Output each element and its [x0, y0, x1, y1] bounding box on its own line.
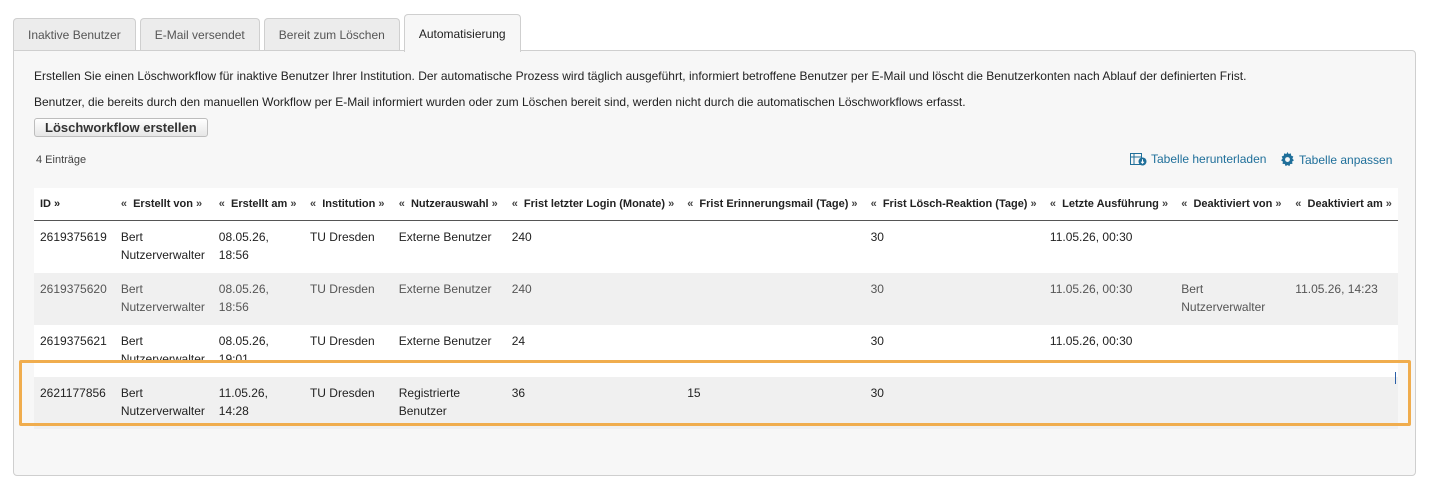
info-text-2: Benutzer, die bereits durch den manuelle… [34, 95, 966, 109]
column-header-institution[interactable]: « Institution » [303, 188, 393, 221]
create-workflow-button[interactable]: Löschworkflow erstellen [34, 118, 208, 137]
column-header-last-run[interactable]: « Letzte Ausführung » [1043, 188, 1176, 221]
entries-count: 4 Einträge [36, 154, 87, 166]
cell-reaction-days: 30 [864, 376, 1044, 429]
cell-reaction-days: 30 [864, 324, 1044, 377]
cell-deactivated-by [1175, 220, 1290, 273]
cell-selection: Registrierte Benutzer [392, 376, 506, 429]
tab-ready-to-delete[interactable]: Bereit zum Löschen [263, 18, 400, 51]
automation-panel: Erstellen Sie einen Löschworkflow für in… [13, 50, 1416, 476]
cell-reaction-days: 30 [864, 220, 1044, 273]
cell-selection: Externe Benutzer [392, 324, 506, 377]
column-header-reminder-deadline[interactable]: « Frist Erinnerungsmail (Tage) » [681, 188, 865, 221]
cell-reminder-days [681, 272, 865, 325]
cell-id: 2619375619 [34, 220, 115, 273]
column-header-created-by[interactable]: « Erstellt von » [114, 188, 213, 221]
cell-login-months: 240 [505, 272, 682, 325]
text-cursor [1395, 372, 1396, 384]
cell-last-run: 11.05.26, 00:30 [1043, 272, 1176, 325]
table-row[interactable]: 2619375620 Bert Nutzerverwalter 08.05.26… [34, 272, 1398, 325]
cell-last-run [1043, 376, 1176, 429]
info-text-1: Erstellen Sie einen Löschworkflow für in… [34, 69, 1247, 83]
cell-created-at: 08.05.26, 19:01 [212, 324, 304, 377]
cell-deactivated-at [1289, 324, 1398, 377]
tab-bar: Inaktive Benutzer E-Mail versendet Berei… [13, 13, 525, 52]
cell-reminder-days: 15 [681, 376, 865, 429]
column-header-user-selection[interactable]: « Nutzerauswahl » [392, 188, 506, 221]
cell-institution: TU Dresden [303, 324, 393, 377]
cell-id: 2619375621 [34, 324, 115, 377]
cell-last-run: 11.05.26, 00:30 [1043, 220, 1176, 273]
cell-selection: Externe Benutzer [392, 220, 506, 273]
column-header-reaction-deadline[interactable]: « Frist Lösch-Reaktion (Tage) » [864, 188, 1044, 221]
table-row[interactable]: 2619375619 Bert Nutzerverwalter 08.05.26… [34, 220, 1398, 273]
cell-institution: TU Dresden [303, 272, 393, 325]
tab-automation[interactable]: Automatisierung [403, 14, 521, 52]
cell-institution: TU Dresden [303, 376, 393, 429]
cell-created-by: Bert Nutzerverwalter [114, 220, 213, 273]
column-header-created-at[interactable]: « Erstellt am » [212, 188, 304, 221]
column-header-deactivated-at[interactable]: « Deaktiviert am » [1289, 188, 1398, 221]
column-header-login-deadline[interactable]: « Frist letzter Login (Monate) » [505, 188, 682, 221]
column-header-id[interactable]: ID » [34, 188, 115, 221]
cell-created-at: 11.05.26, 14:28 [212, 376, 304, 429]
table-row[interactable]: 2619375621 Bert Nutzerverwalter 08.05.26… [34, 324, 1398, 377]
download-table-label: Tabelle herunterladen [1151, 152, 1267, 166]
tab-email-sent[interactable]: E-Mail versendet [139, 18, 260, 51]
cell-created-at: 08.05.26, 18:56 [212, 220, 304, 273]
cell-login-months: 240 [505, 220, 682, 273]
table-header-row: ID » « Erstellt von » « Erstellt am » « … [34, 188, 1398, 221]
cell-deactivated-at: 11.05.26, 14:23 [1289, 272, 1398, 325]
tab-inactive-users[interactable]: Inaktive Benutzer [13, 18, 136, 51]
table-row-highlighted[interactable]: 2621177856 Bert Nutzerverwalter 11.05.26… [34, 376, 1398, 429]
cell-deactivated-by [1175, 376, 1290, 429]
cell-selection: Externe Benutzer [392, 272, 506, 325]
customize-table-label: Tabelle anpassen [1299, 152, 1393, 167]
cell-reminder-days [681, 324, 865, 377]
cell-last-run: 11.05.26, 00:30 [1043, 324, 1176, 377]
cell-deactivated-at [1289, 220, 1398, 273]
cell-deactivated-by: Bert Nutzerverwalter [1175, 272, 1290, 325]
cell-login-months: 36 [505, 376, 682, 429]
cell-id: 2621177856 [34, 376, 115, 429]
cell-reminder-days [681, 220, 865, 273]
cell-created-by: Bert Nutzerverwalter [114, 324, 213, 377]
cell-id: 2619375620 [34, 272, 115, 325]
gear-icon [1281, 152, 1294, 167]
cell-institution: TU Dresden [303, 220, 393, 273]
cell-created-by: Bert Nutzerverwalter [114, 272, 213, 325]
customize-table-link[interactable]: Tabelle anpassen [1280, 152, 1392, 167]
column-header-deactivated-by[interactable]: « Deaktiviert von » [1175, 188, 1290, 221]
cell-login-months: 24 [505, 324, 682, 377]
cell-deactivated-by [1175, 324, 1290, 377]
workflow-table: ID » « Erstellt von » « Erstellt am » « … [34, 188, 1398, 429]
cell-created-by: Bert Nutzerverwalter [114, 376, 213, 429]
cell-reaction-days: 30 [864, 272, 1044, 325]
cell-created-at: 08.05.26, 18:56 [212, 272, 304, 325]
download-table-link[interactable]: Tabelle herunterladen [1130, 152, 1266, 166]
cell-deactivated-at [1289, 376, 1398, 429]
table-download-icon [1130, 152, 1147, 165]
